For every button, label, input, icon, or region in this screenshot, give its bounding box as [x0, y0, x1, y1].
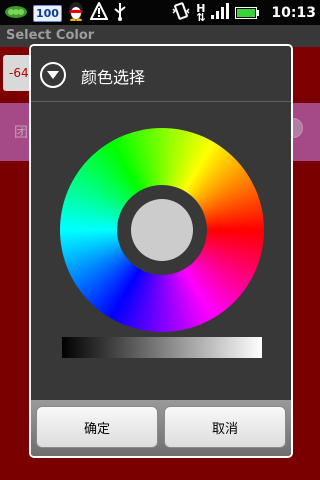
dialog-button-bar: 确定 取消	[31, 400, 291, 456]
cancel-button[interactable]: 取消	[164, 406, 286, 448]
peas-app-icon	[4, 2, 28, 24]
dropdown-circle-icon	[40, 62, 66, 88]
vibrate-icon	[172, 2, 190, 24]
color-picker-dialog: 颜色选择 确定 取消	[29, 44, 293, 458]
battery-icon	[235, 4, 260, 23]
dialog-title: 颜色选择	[81, 68, 146, 87]
status-clock: 10:13	[271, 5, 316, 21]
signal-icon	[211, 3, 230, 23]
usb-icon	[113, 1, 127, 25]
qq-penguin-icon	[67, 1, 85, 25]
header-divider	[31, 101, 291, 102]
dialog-header: 颜色选择	[31, 46, 291, 104]
brightness-slider[interactable]	[62, 337, 262, 358]
selected-color-preview[interactable]	[131, 199, 193, 261]
notification-count-icon: 100	[33, 4, 62, 22]
color-wheel-container[interactable]	[60, 128, 264, 332]
warning-icon	[89, 0, 109, 24]
status-bar: 100 H ⇅ 10:13	[0, 0, 320, 25]
data-activity-icon: H ⇅	[196, 2, 206, 24]
app-row-label: 团	[14, 125, 28, 141]
ok-button[interactable]: 确定	[36, 406, 158, 448]
